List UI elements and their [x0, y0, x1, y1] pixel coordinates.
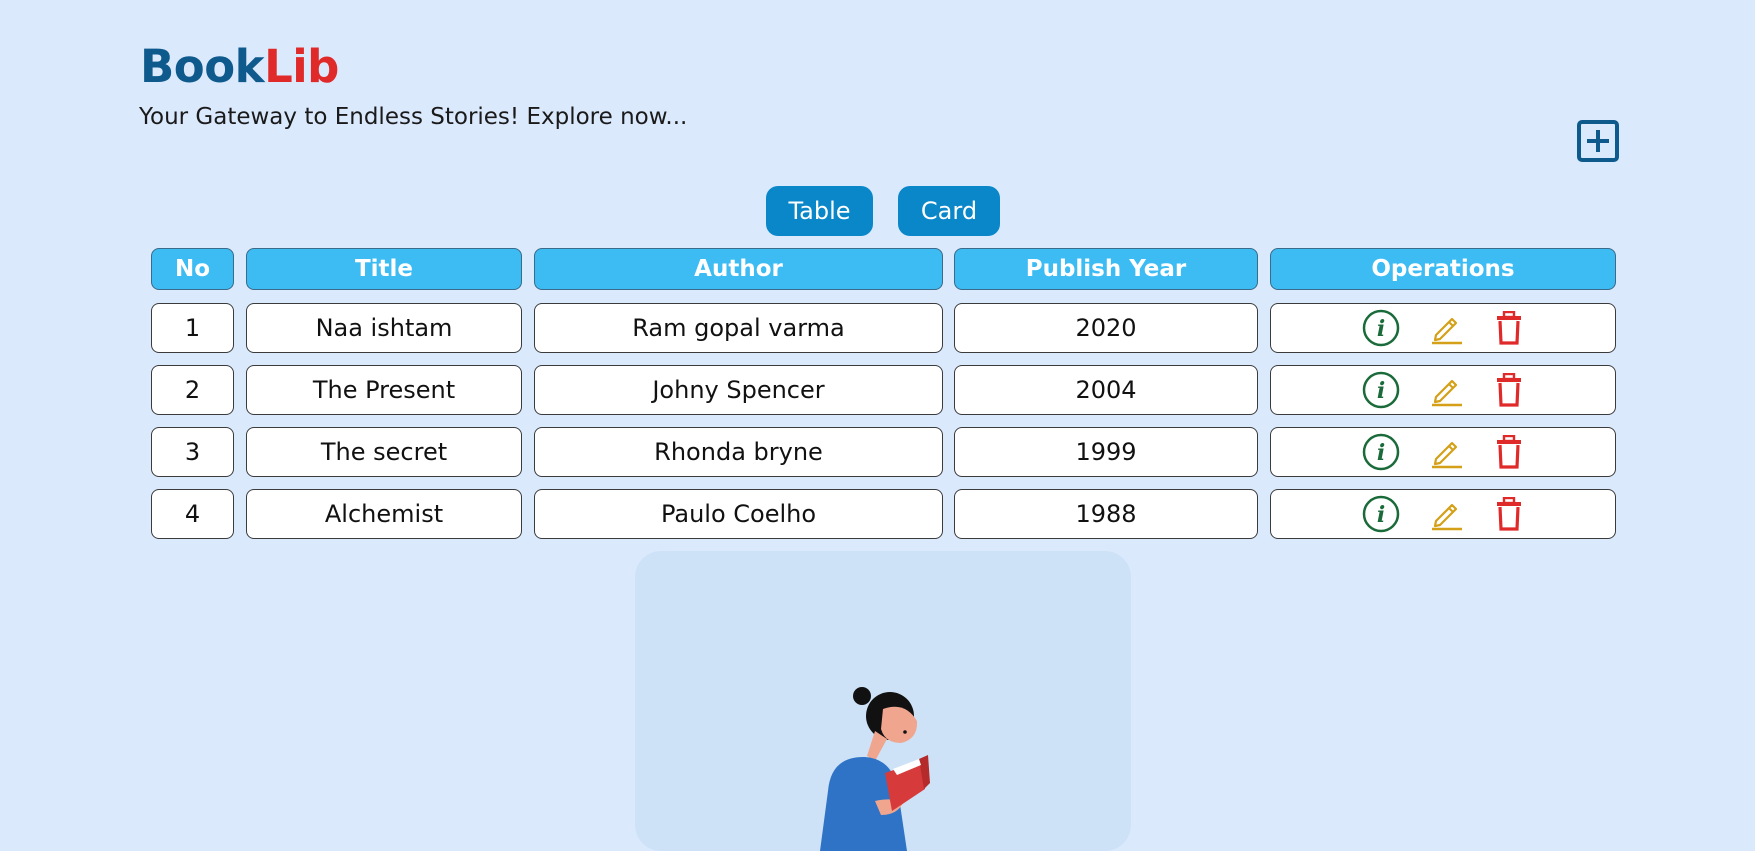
edit-button[interactable] [1430, 373, 1464, 407]
reading-illustration [635, 551, 1131, 851]
column-header-no: No [151, 248, 234, 290]
cell-operations: i [1270, 427, 1616, 477]
tagline: Your Gateway to Endless Stories! Explore… [139, 104, 688, 130]
info-circle-icon: i [1362, 309, 1400, 347]
column-header-operations: Operations [1270, 248, 1616, 290]
pencil-icon [1432, 317, 1462, 345]
edit-button[interactable] [1430, 497, 1464, 531]
cell-publish-year: 1999 [954, 427, 1258, 477]
cell-title: The secret [246, 427, 522, 477]
cell-operations: i [1270, 365, 1616, 415]
svg-text:i: i [1377, 316, 1385, 342]
cell-publish-year: 1988 [954, 489, 1258, 539]
cell-title: Alchemist [246, 489, 522, 539]
column-header-publish-year: Publish Year [954, 248, 1258, 290]
column-header-author: Author [534, 248, 943, 290]
edit-button[interactable] [1430, 435, 1464, 469]
delete-button[interactable] [1494, 435, 1524, 469]
pencil-icon [1432, 379, 1462, 407]
person-reading-image [820, 687, 930, 851]
card-view-button[interactable]: Card [898, 186, 1000, 236]
cell-author: Johny Spencer [534, 365, 943, 415]
info-circle-icon: i [1362, 433, 1400, 471]
cell-author: Rhonda bryne [534, 427, 943, 477]
cell-no: 2 [151, 365, 234, 415]
trash-icon [1497, 311, 1521, 345]
trash-icon [1497, 435, 1521, 469]
svg-text:i: i [1377, 378, 1385, 404]
cell-author: Ram gopal varma [534, 303, 943, 353]
table-view-button[interactable]: Table [766, 186, 873, 236]
svg-text:i: i [1377, 440, 1385, 466]
info-button[interactable]: i [1362, 433, 1400, 471]
column-header-title: Title [246, 248, 522, 290]
plus-square-icon [1587, 130, 1609, 152]
brand-part-lib: Lib [264, 40, 339, 93]
cell-publish-year: 2004 [954, 365, 1258, 415]
cell-operations: i [1270, 303, 1616, 353]
info-button[interactable]: i [1362, 309, 1400, 347]
cell-no: 4 [151, 489, 234, 539]
svg-text:i: i [1377, 502, 1385, 528]
trash-icon [1497, 497, 1521, 531]
cell-publish-year: 2020 [954, 303, 1258, 353]
trash-icon [1497, 373, 1521, 407]
info-circle-icon: i [1362, 371, 1400, 409]
delete-button[interactable] [1494, 311, 1524, 345]
add-book-button[interactable] [1577, 120, 1619, 162]
info-circle-icon: i [1362, 495, 1400, 533]
info-button[interactable]: i [1362, 371, 1400, 409]
delete-button[interactable] [1494, 497, 1524, 531]
edit-button[interactable] [1430, 311, 1464, 345]
pencil-icon [1432, 441, 1462, 469]
info-button[interactable]: i [1362, 495, 1400, 533]
pencil-icon [1432, 503, 1462, 531]
cell-no: 3 [151, 427, 234, 477]
cell-operations: i [1270, 489, 1616, 539]
brand-logo: BookLib [140, 44, 339, 89]
delete-button[interactable] [1494, 373, 1524, 407]
cell-title: Naa ishtam [246, 303, 522, 353]
cell-title: The Present [246, 365, 522, 415]
cell-author: Paulo Coelho [534, 489, 943, 539]
brand-part-book: Book [140, 40, 265, 93]
cell-no: 1 [151, 303, 234, 353]
